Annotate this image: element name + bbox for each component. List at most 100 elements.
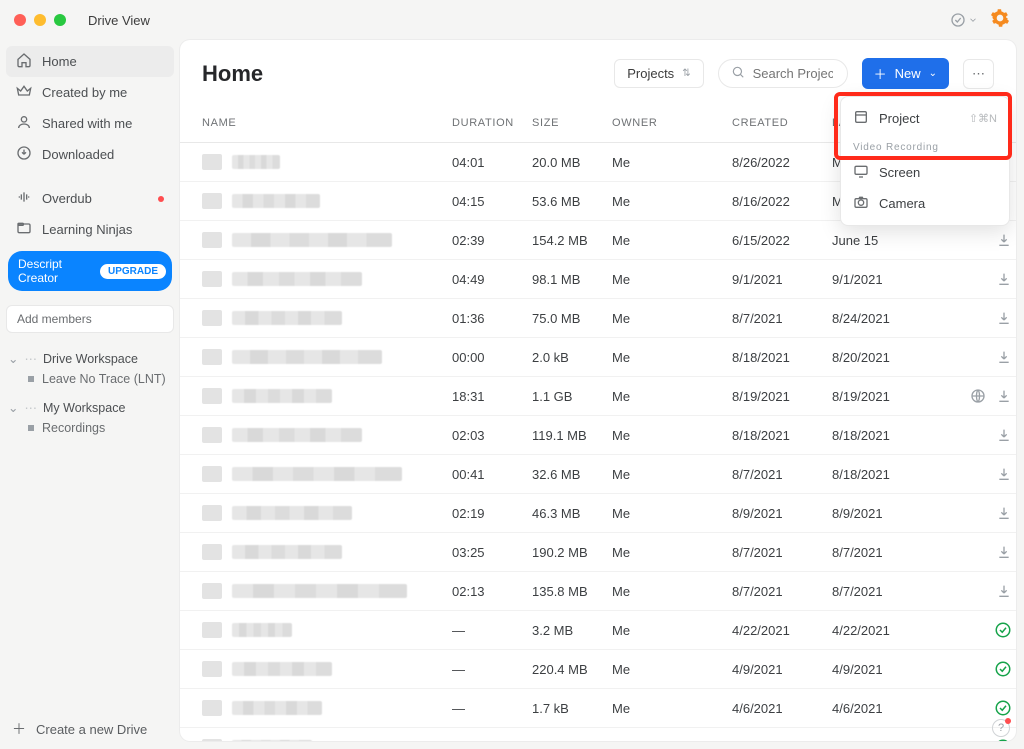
table-row[interactable]: 00:41 32.6 MB Me 8/7/2021 8/18/2021 — [180, 455, 1016, 494]
cell-owner: Me — [612, 272, 732, 287]
dropdown-item-project[interactable]: Project ⇧⌘N — [841, 103, 1009, 134]
col-owner[interactable]: Owner — [612, 117, 732, 129]
sidebar-item-shared-with-me[interactable]: Shared with me — [6, 108, 174, 139]
download-icon[interactable] — [996, 427, 1012, 443]
workspace-my-workspace[interactable]: ⌄ ⋯ My Workspace — [6, 396, 174, 419]
download-icon[interactable] — [996, 349, 1012, 365]
cell-name — [202, 466, 452, 482]
cell-name — [202, 310, 452, 326]
close-window-button[interactable] — [14, 14, 26, 26]
minimize-window-button[interactable] — [34, 14, 46, 26]
search-input[interactable] — [751, 65, 835, 82]
cell-created: 4/9/2021 — [732, 662, 832, 677]
project-name-redacted — [232, 740, 312, 741]
table-row[interactable]: — 3.2 MB Me 4/22/2021 4/22/2021 — [180, 611, 1016, 650]
new-button[interactable]: ＋ New ⌄ — [862, 58, 949, 89]
col-duration[interactable]: Duration — [452, 117, 532, 129]
col-name[interactable]: Name — [202, 117, 452, 129]
col-size[interactable]: Size — [532, 117, 612, 129]
help-button[interactable]: ? — [992, 719, 1010, 737]
sync-status-icon[interactable] — [950, 12, 978, 28]
table-row[interactable]: 02:13 135.8 MB Me 8/7/2021 8/7/2021 — [180, 572, 1016, 611]
cell-size: 1.7 kB — [532, 701, 612, 716]
table-row[interactable]: 01:36 75.0 MB Me 8/7/2021 8/24/2021 — [180, 299, 1016, 338]
download-icon[interactable] — [996, 544, 1012, 560]
workspace-child[interactable]: Leave No Trace (LNT) — [6, 372, 174, 386]
workspace-drive-workspace[interactable]: ⌄ ⋯ Drive Workspace — [6, 347, 174, 370]
creator-upgrade-badge[interactable]: Descript Creator UPGRADE — [8, 251, 172, 291]
cell-size: 46.3 MB — [532, 506, 612, 521]
dropdown-project-label: Project — [879, 111, 919, 126]
row-actions — [942, 621, 1012, 639]
table-row[interactable]: — 199.4 kB Me 12/30/2020 12/30/2020 — [180, 728, 1016, 741]
cell-name — [202, 505, 452, 521]
upgrade-pill[interactable]: UPGRADE — [100, 264, 166, 279]
cell-name — [202, 193, 452, 209]
table-row[interactable]: 18:31 1.1 GB Me 8/19/2021 8/19/2021 — [180, 377, 1016, 416]
search-projects[interactable] — [718, 59, 848, 88]
cell-size: 98.1 MB — [532, 272, 612, 287]
table-row[interactable]: 00:00 2.0 kB Me 8/18/2021 8/20/2021 — [180, 338, 1016, 377]
download-icon[interactable] — [996, 583, 1012, 599]
creator-label: Descript Creator — [14, 257, 92, 285]
project-thumb — [202, 388, 222, 404]
download-icon[interactable] — [996, 466, 1012, 482]
cell-duration: — — [452, 662, 532, 677]
cell-owner: Me — [612, 467, 732, 482]
table-row[interactable]: 02:39 154.2 MB Me 6/15/2022 June 15 — [180, 221, 1016, 260]
row-actions — [942, 271, 1012, 287]
cell-owner: Me — [612, 662, 732, 677]
more-menu-button[interactable]: ⋯ — [963, 59, 994, 89]
cell-duration: 02:03 — [452, 428, 532, 443]
dropdown-item-screen[interactable]: Screen — [841, 157, 1009, 188]
table-row[interactable]: — 220.4 MB Me 4/9/2021 4/9/2021 — [180, 650, 1016, 689]
check-icon — [994, 621, 1012, 639]
table-row[interactable]: 04:49 98.1 MB Me 9/1/2021 9/1/2021 — [180, 260, 1016, 299]
cell-last-opened: 4/22/2021 — [832, 623, 942, 638]
globe-icon[interactable] — [970, 388, 986, 404]
sidebar-item-learning-ninjas[interactable]: Learning Ninjas — [6, 214, 174, 245]
cell-last-opened: 4/6/2021 — [832, 701, 942, 716]
cell-name — [202, 700, 452, 716]
add-members-button[interactable]: Add members — [6, 305, 174, 333]
sidebar-item-overdub[interactable]: Overdub — [6, 183, 174, 214]
cell-name — [202, 544, 452, 560]
sidebar-item-home[interactable]: Home — [6, 46, 174, 77]
table-row[interactable]: 03:25 190.2 MB Me 8/7/2021 8/7/2021 — [180, 533, 1016, 572]
new-button-label: New — [895, 66, 921, 81]
settings-gear-icon[interactable] — [990, 8, 1010, 33]
table-row[interactable]: 02:19 46.3 MB Me 8/9/2021 8/9/2021 — [180, 494, 1016, 533]
notification-dot-icon — [158, 196, 164, 202]
cell-created: 12/30/2020 — [732, 740, 832, 742]
sidebar-item-created-by-me[interactable]: Created by me — [6, 77, 174, 108]
project-thumb — [202, 661, 222, 677]
project-name-redacted — [232, 467, 402, 481]
dropdown-item-camera[interactable]: Camera — [841, 188, 1009, 219]
table-row[interactable]: — 1.7 kB Me 4/6/2021 4/6/2021 — [180, 689, 1016, 728]
download-icon[interactable] — [996, 271, 1012, 287]
chevron-down-icon: ⌄ — [929, 68, 937, 79]
project-thumb — [202, 193, 222, 209]
workspace-child[interactable]: Recordings — [6, 421, 174, 435]
zoom-window-button[interactable] — [54, 14, 66, 26]
cell-size: 119.1 MB — [532, 428, 612, 443]
create-drive-button[interactable]: ＋ Create a new Drive — [12, 719, 147, 739]
sidebar-item-downloaded[interactable]: Downloaded — [6, 139, 174, 170]
cell-last-opened: 9/1/2021 — [832, 272, 942, 287]
row-actions — [942, 388, 1012, 404]
project-thumb — [202, 544, 222, 560]
download-icon[interactable] — [996, 388, 1012, 404]
projects-filter-button[interactable]: Projects ⇅ — [614, 59, 703, 88]
download-icon[interactable] — [996, 505, 1012, 521]
project-name-redacted — [232, 311, 342, 325]
col-created[interactable]: Created — [732, 117, 832, 129]
cell-size: 199.4 kB — [532, 740, 612, 742]
cell-owner: Me — [612, 155, 732, 170]
project-name-redacted — [232, 701, 322, 715]
download-icon[interactable] — [996, 310, 1012, 326]
cell-last-opened: 8/24/2021 — [832, 311, 942, 326]
table-row[interactable]: 02:03 119.1 MB Me 8/18/2021 8/18/2021 — [180, 416, 1016, 455]
sidebar-item-label: Home — [42, 54, 77, 69]
download-icon[interactable] — [996, 232, 1012, 248]
create-drive-label: Create a new Drive — [36, 722, 147, 737]
